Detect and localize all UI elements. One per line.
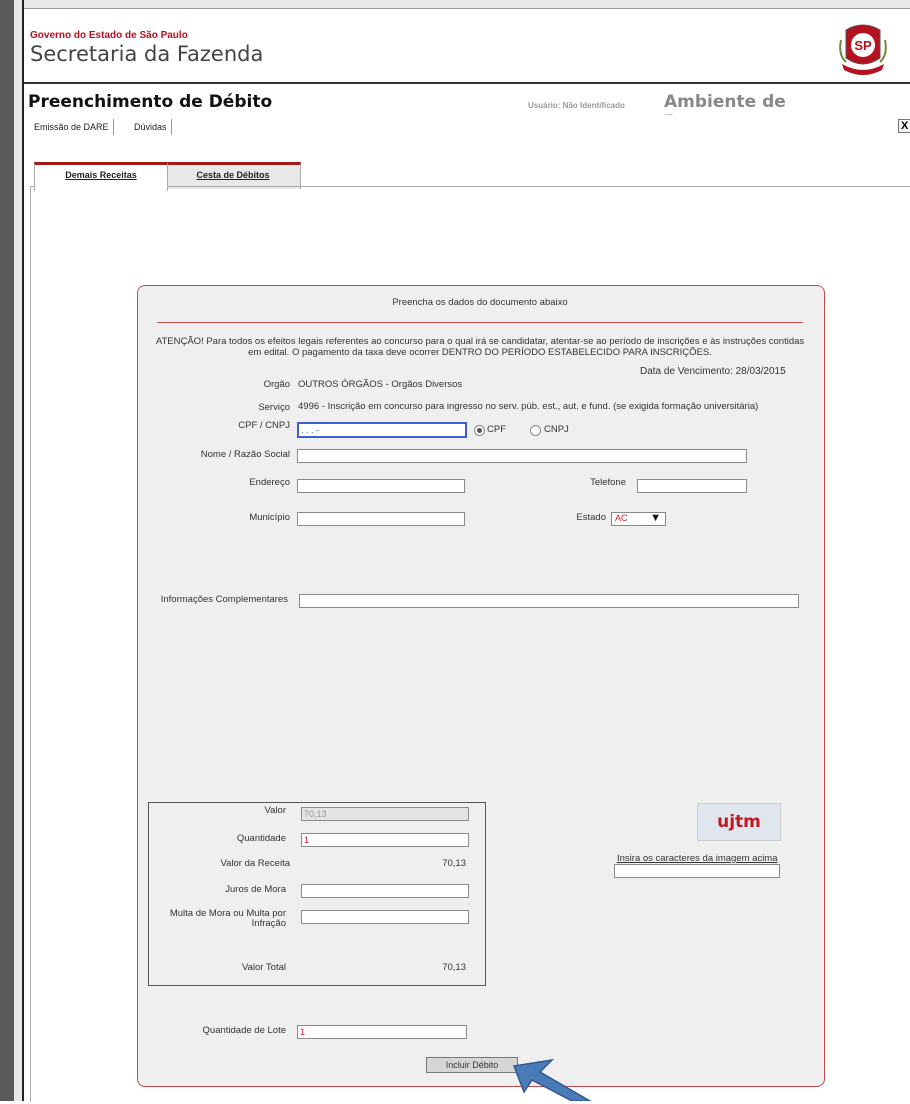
quantidade-label: Quantidade bbox=[236, 833, 286, 844]
radio-cnpj-label: CNPJ bbox=[544, 424, 569, 435]
valor-total-value: 70,13 bbox=[442, 962, 466, 973]
juros-label: Juros de Mora bbox=[225, 884, 286, 895]
secretaria-title: Secretaria da Fazenda bbox=[30, 42, 264, 66]
lote-input[interactable]: 1 bbox=[297, 1025, 467, 1039]
radio-cpf-label: CPF bbox=[487, 424, 506, 435]
page-title: Preenchimento de Débito bbox=[28, 92, 273, 112]
info-label: Informações Complementares bbox=[160, 594, 288, 605]
valor-label: Valor bbox=[264, 805, 286, 816]
valor-receita-label: Valor da Receita bbox=[220, 858, 290, 869]
captcha-label: Insira os caracteres da imagem acima bbox=[617, 853, 778, 864]
info-input[interactable] bbox=[299, 594, 799, 608]
captcha-input[interactable] bbox=[614, 864, 780, 878]
exit-button[interactable]: X bbox=[898, 119, 910, 133]
valor-receita-value: 70,13 bbox=[442, 858, 466, 869]
cpf-cnpj-input[interactable]: . . . - bbox=[297, 422, 467, 438]
valor-total-label: Valor Total bbox=[241, 962, 286, 973]
nome-label: Nome / Razão Social bbox=[200, 449, 290, 460]
annotation-arrow-icon bbox=[512, 1058, 593, 1104]
estado-select[interactable]: AC ▼ bbox=[611, 512, 666, 526]
lote-label: Quantidade de Lote bbox=[202, 1025, 286, 1036]
radio-cpf[interactable] bbox=[474, 425, 485, 436]
sp-seal-icon: SP bbox=[838, 20, 888, 80]
telefone-input[interactable] bbox=[637, 479, 747, 493]
estado-label: Estado bbox=[576, 512, 606, 523]
menu-item-duvidas[interactable]: Dúvidas bbox=[130, 119, 172, 135]
header-divider bbox=[24, 82, 910, 84]
quantidade-input[interactable]: 1 bbox=[301, 833, 469, 847]
telefone-label: Telefone bbox=[590, 477, 626, 488]
juros-input[interactable] bbox=[301, 884, 469, 898]
tab-cesta-debitos[interactable]: Cesta de Débitos bbox=[166, 162, 301, 189]
top-bar bbox=[24, 0, 910, 9]
menu-item-emissao-dare[interactable]: Emissão de DARE bbox=[30, 119, 114, 135]
nome-input[interactable] bbox=[297, 449, 747, 463]
endereco-label: Endereço bbox=[249, 477, 290, 488]
municipio-label: Município bbox=[249, 512, 290, 523]
multa-input[interactable] bbox=[301, 910, 469, 924]
due-date: Data de Vencimento: 28/03/2015 bbox=[640, 366, 786, 377]
radio-cnpj[interactable] bbox=[530, 425, 541, 436]
multa-label: Multa de Mora ou Multa por Infração bbox=[169, 908, 286, 929]
incluir-debito-button[interactable]: Incluir Débito bbox=[426, 1057, 518, 1073]
chevron-down-icon: ▼ bbox=[650, 512, 661, 524]
orgao-value: OUTROS ÓRGÃOS - Orgãos Diversos bbox=[298, 379, 463, 390]
valor-input: 70,13 bbox=[301, 807, 469, 821]
tab-demais-receitas[interactable]: Demais Receitas bbox=[34, 162, 168, 191]
orgao-label: Orgão bbox=[263, 379, 290, 390]
gov-label: Governo do Estado de São Paulo bbox=[30, 30, 188, 41]
form-instruction: Preencha os dados do documento abaixo bbox=[392, 297, 568, 308]
user-label: Usuário: Não Identificado bbox=[528, 101, 625, 110]
servico-value: 4996 - Inscrição em concurso para ingres… bbox=[298, 401, 759, 412]
captcha-image: ujtm bbox=[697, 803, 781, 841]
window-frame-left bbox=[0, 0, 14, 1101]
cpf-label: CPF / CNPJ bbox=[238, 420, 290, 431]
attention-notice: ATENÇÃO! Para todos os efeitos legais re… bbox=[155, 336, 805, 358]
municipio-input[interactable] bbox=[297, 512, 465, 526]
servico-label: Serviço bbox=[258, 402, 290, 413]
estado-value: AC bbox=[615, 513, 628, 523]
panel-divider bbox=[157, 322, 803, 323]
window-frame-border bbox=[14, 0, 24, 1101]
endereco-input[interactable] bbox=[297, 479, 465, 493]
seal-text: SP bbox=[854, 38, 872, 53]
